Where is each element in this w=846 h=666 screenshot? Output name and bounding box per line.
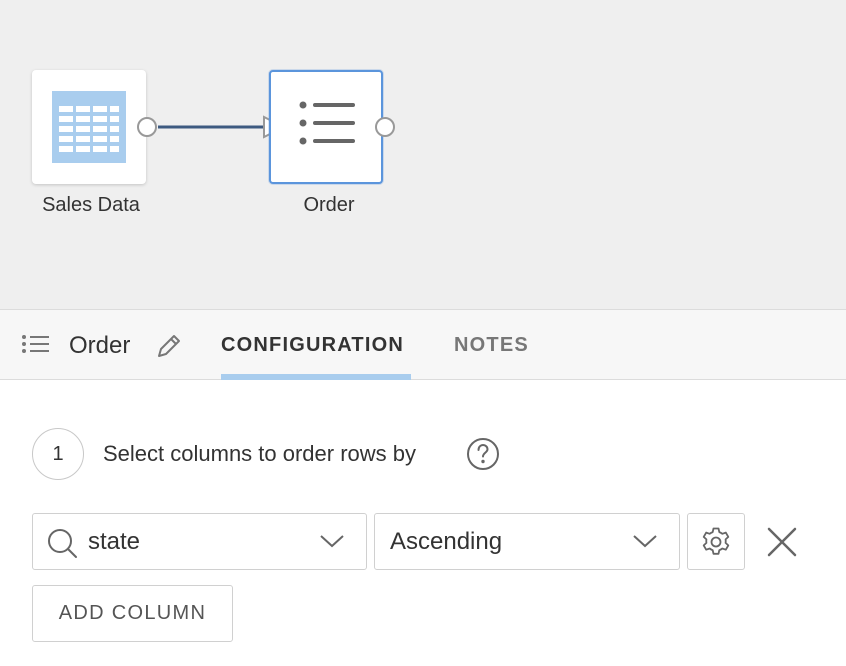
- tab-configuration[interactable]: CONFIGURATION: [221, 334, 404, 357]
- workflow-canvas[interactable]: Sales Data Order: [0, 0, 846, 309]
- help-icon[interactable]: [466, 437, 500, 471]
- table-icon: [52, 91, 126, 163]
- panel-header: Order CONFIGURATION NOTES: [0, 309, 846, 380]
- tab-notes[interactable]: NOTES: [454, 334, 529, 357]
- chevron-down-icon: [320, 535, 344, 548]
- pencil-icon[interactable]: [155, 332, 183, 360]
- step-instruction: Select columns to order rows by: [103, 441, 417, 466]
- node-sales-data[interactable]: [32, 70, 146, 184]
- list-icon: [22, 335, 49, 353]
- node-label-order: Order: [303, 194, 355, 216]
- node-label-sales-data: Sales Data: [42, 194, 140, 216]
- column-select[interactable]: state: [32, 513, 367, 570]
- chevron-down-icon: [633, 535, 657, 548]
- add-column-button[interactable]: ADD COLUMN: [32, 585, 233, 642]
- direction-select[interactable]: Ascending: [374, 513, 680, 570]
- step-number-badge: 1: [32, 428, 84, 480]
- gear-icon: [702, 527, 730, 555]
- panel-title: Order: [69, 332, 131, 359]
- sales-data-output-port[interactable]: [137, 117, 157, 137]
- close-icon[interactable]: [766, 526, 798, 558]
- node-order[interactable]: [269, 70, 383, 184]
- order-output-port[interactable]: [375, 117, 395, 137]
- column-settings-button[interactable]: [687, 513, 745, 570]
- search-icon: [48, 529, 77, 558]
- list-icon: [299, 101, 355, 145]
- column-select-value: state: [88, 528, 141, 555]
- direction-select-value: Ascending: [390, 528, 503, 555]
- active-tab-indicator: [221, 374, 411, 380]
